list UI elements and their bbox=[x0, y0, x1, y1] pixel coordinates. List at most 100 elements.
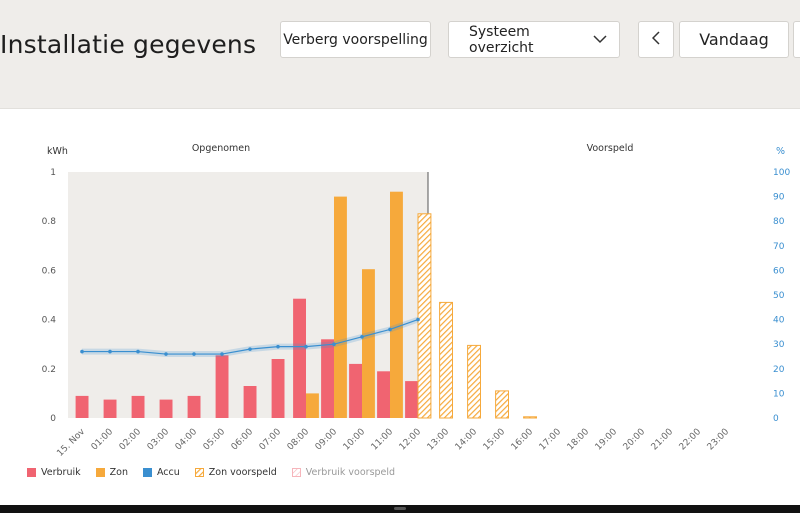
y2-tick-label: 40 bbox=[773, 316, 785, 326]
bar-zon-voorspeld bbox=[467, 344, 482, 419]
accu-point bbox=[108, 349, 112, 354]
bar-verbruik bbox=[159, 399, 173, 418]
x-tick-label: 17:00 bbox=[538, 427, 564, 453]
accu-point bbox=[192, 352, 196, 356]
chevron-down-icon bbox=[593, 32, 607, 48]
x-tick-label: 13:00 bbox=[426, 427, 452, 453]
x-tick-label: 23:00 bbox=[706, 427, 732, 453]
bar-zon-voorspeld bbox=[495, 390, 510, 419]
accu-point bbox=[276, 344, 280, 349]
x-tick-label: 21:00 bbox=[650, 427, 676, 453]
x-tick-label: 20:00 bbox=[622, 427, 648, 453]
bar-verbruik bbox=[75, 395, 89, 418]
accu-point bbox=[304, 344, 308, 349]
y-tick-label: 0.6 bbox=[42, 266, 57, 276]
chart-panel: kWh % Opgenomen Voorspeld 0 0.2 0.4 0.6 0.8 1… bbox=[0, 108, 800, 505]
x-tick-label: 08:00 bbox=[286, 427, 312, 453]
bar-verbruik bbox=[271, 359, 285, 418]
installation-chart: kWh % Opgenomen Voorspeld 0 0.2 0.4 0.6 0.8 1… bbox=[42, 143, 791, 459]
legend-item-verbruik-voorspeld[interactable]: Verbruik voorspeld bbox=[291, 465, 396, 479]
legend-item-zon-voorspeld[interactable]: Zon voorspeld bbox=[194, 465, 277, 479]
y-tick-label: 0.8 bbox=[42, 217, 57, 227]
legend-item-zon[interactable]: Zon bbox=[95, 465, 128, 479]
y2-tick-label: 80 bbox=[773, 217, 785, 227]
accu-point bbox=[80, 349, 84, 354]
x-tick-label: 06:00 bbox=[230, 427, 256, 453]
legend-swatch bbox=[95, 467, 105, 477]
x-tick-label: 10:00 bbox=[342, 427, 368, 453]
bar-verbruik bbox=[131, 395, 145, 418]
bar-verbruik bbox=[187, 395, 201, 418]
right-axis-label: % bbox=[776, 146, 785, 157]
legend-swatch bbox=[27, 467, 36, 477]
page-title: Installatie gegevens bbox=[0, 30, 257, 59]
x-tick-label: 19:00 bbox=[594, 427, 620, 453]
next-day-button[interactable] bbox=[793, 21, 800, 58]
x-tick-label: 15. Nov bbox=[55, 427, 87, 459]
view-select[interactable]: Systeem overzicht bbox=[448, 21, 620, 58]
x-tick-label: 01:00 bbox=[90, 427, 116, 453]
legend-label: Verbruik bbox=[41, 466, 81, 478]
legend-swatch bbox=[142, 467, 152, 477]
legend-swatch bbox=[194, 467, 204, 477]
y2-tick-label: 60 bbox=[773, 266, 785, 276]
legend-label: Accu bbox=[156, 466, 180, 478]
previous-day-button[interactable] bbox=[638, 21, 674, 58]
x-tick-label: 07:00 bbox=[258, 427, 284, 453]
y2-tick-label: 90 bbox=[773, 193, 785, 203]
chevron-left-icon bbox=[651, 30, 661, 49]
accu-point bbox=[136, 349, 140, 354]
legend-item-accu[interactable]: Accu bbox=[142, 465, 180, 479]
bar-verbruik bbox=[215, 355, 229, 418]
bar-verbruik bbox=[405, 381, 418, 418]
x-tick-label: 22:00 bbox=[678, 427, 704, 453]
home-indicator bbox=[394, 507, 406, 510]
bar-verbruik bbox=[103, 399, 117, 418]
section-recorded-label: Opgenomen bbox=[192, 143, 250, 154]
x-tick-label: 03:00 bbox=[146, 427, 172, 453]
y-tick-label: 0 bbox=[50, 414, 56, 424]
legend-item-verbruik[interactable]: Verbruik bbox=[27, 465, 81, 479]
hide-forecast-button[interactable]: Verberg voorspelling bbox=[280, 21, 431, 58]
x-tick-label: 05:00 bbox=[202, 427, 228, 453]
x-tick-label: 18:00 bbox=[566, 427, 592, 453]
legend-label: Verbruik voorspeld bbox=[305, 466, 396, 478]
system-navigation-bar bbox=[0, 505, 800, 513]
y2-tick-label: 30 bbox=[773, 340, 785, 350]
x-tick-label: 14:00 bbox=[454, 427, 480, 453]
y-tick-label: 0.2 bbox=[42, 365, 56, 375]
x-tick-label: 11:00 bbox=[370, 427, 396, 453]
y2-tick-label: 50 bbox=[773, 291, 785, 301]
bar-zon bbox=[362, 269, 375, 418]
view-select-value: Systeem overzicht bbox=[469, 23, 534, 56]
accu-point bbox=[248, 347, 252, 351]
x-tick-label: 15:00 bbox=[482, 427, 508, 453]
bar-zon bbox=[390, 191, 403, 418]
bar-zon bbox=[334, 196, 347, 418]
accu-point bbox=[388, 327, 392, 332]
bar-verbruik bbox=[349, 363, 362, 418]
bar-verbruik bbox=[293, 298, 306, 418]
bar-zon-voorspeld bbox=[417, 213, 432, 419]
bar-zon-voorspeld bbox=[523, 416, 537, 419]
legend-swatch bbox=[291, 467, 301, 477]
today-button[interactable]: Vandaag bbox=[679, 21, 789, 58]
x-tick-label: 02:00 bbox=[118, 427, 144, 453]
y-tick-label: 1 bbox=[50, 168, 56, 178]
x-tick-label: 04:00 bbox=[174, 427, 200, 453]
y2-tick-label: 20 bbox=[773, 365, 785, 375]
y2-tick-label: 0 bbox=[773, 414, 779, 424]
section-forecast-label: Voorspeld bbox=[587, 143, 634, 154]
chart-legend: Verbruik Zon Accu Zon voorspeld Verbruik… bbox=[27, 465, 410, 479]
left-axis-label: kWh bbox=[47, 146, 68, 157]
x-tick-label: 12:00 bbox=[398, 427, 424, 453]
bar-zon-voorspeld bbox=[439, 301, 454, 419]
accu-point bbox=[220, 352, 224, 356]
y-tick-label: 0.4 bbox=[42, 316, 57, 326]
y2-tick-label: 100 bbox=[773, 168, 790, 178]
x-tick-label: 09:00 bbox=[314, 427, 340, 453]
y2-tick-label: 70 bbox=[773, 242, 785, 252]
accu-point bbox=[164, 352, 168, 356]
accu-point bbox=[360, 335, 364, 339]
x-tick-label: 16:00 bbox=[510, 427, 536, 453]
